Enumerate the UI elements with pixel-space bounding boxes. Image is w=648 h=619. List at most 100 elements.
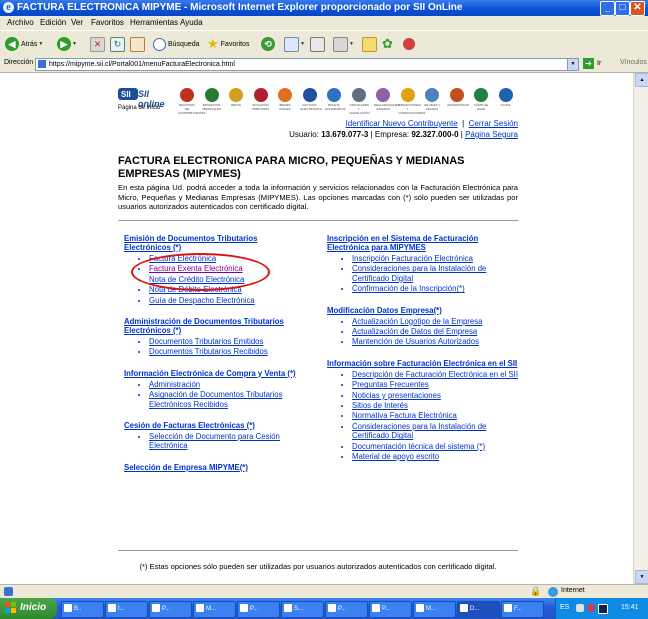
link-consideraciones-para-la-instalacion-de-c[interactable]: Consideraciones para la Instalación de C… xyxy=(352,264,486,282)
home-button[interactable] xyxy=(130,35,145,53)
section-heading-link[interactable]: Inscripción en el Sistema de Facturación… xyxy=(327,234,519,252)
link-noticias-y-presentaciones[interactable]: Noticias y presentaciones xyxy=(352,391,441,400)
banner-link-circulares-y-legislacion[interactable]: CIRCULARES Y LEGISLACIÓN xyxy=(350,86,370,118)
link-documentos-tributarios-recibidos[interactable]: Documentos Tributarios Recibidos xyxy=(149,347,268,356)
taskbar-button[interactable]: P... xyxy=(369,601,412,618)
banner-link-situacion-tributaria[interactable]: SITUACIÓN TRIBUTARIA xyxy=(252,86,270,118)
tray-icon[interactable] xyxy=(598,604,608,614)
menu-archivo[interactable]: Archivo xyxy=(7,18,34,27)
section-heading-link[interactable]: Cesión de Facturas Electrónicas (*) xyxy=(124,421,302,430)
vertical-scrollbar[interactable]: ▲ ▼ xyxy=(633,73,648,584)
link-administracion[interactable]: Administración xyxy=(149,380,200,389)
banner-link-valores-y-fechas[interactable]: VALORES Y FECHAS xyxy=(423,86,441,118)
sii-online-logo[interactable]: SII SII online Página de inicio xyxy=(118,86,173,118)
link-documentos-tributarios-emitidos[interactable]: Documentos Tributarios Emitidos xyxy=(149,337,263,346)
stop-button[interactable]: ✕ xyxy=(90,35,105,53)
identify-contributor-link[interactable]: Identificar Nuevo Contribuyente xyxy=(346,119,458,128)
section-heading-link[interactable]: Emisión de Documentos Tributarios Electr… xyxy=(124,234,302,252)
menu-edicion[interactable]: Edición xyxy=(40,18,66,27)
link-preguntas-frecuentes[interactable]: Preguntas Frecuentes xyxy=(352,380,429,389)
link-documentacion-tecnica-del-sistema[interactable]: Documentación técnica del sistema (*) xyxy=(352,442,485,451)
link-descripcion-de-facturacion-electronica-e[interactable]: Descripción de Facturación Electrónica e… xyxy=(352,370,518,379)
taskbar-button[interactable]: F... xyxy=(501,601,544,618)
banner-link-como-se-hace[interactable]: CÓMO SE HACE xyxy=(472,86,490,118)
banner-link-ayuda[interactable]: AYUDA xyxy=(497,86,515,118)
taskbar-button[interactable]: P... xyxy=(325,601,368,618)
back-button[interactable]: ◀ Atrás ▼ xyxy=(5,35,43,53)
banner-icon xyxy=(229,88,243,102)
links-label[interactable]: Vínculos xyxy=(620,59,647,66)
close-session-link[interactable]: Cerrar Sesión xyxy=(469,119,518,128)
banner-icon xyxy=(449,88,464,102)
section-heading-link[interactable]: Administración de Documentos Tributarios… xyxy=(124,317,302,335)
edit-button[interactable]: ▼ xyxy=(333,35,354,53)
scroll-down-icon[interactable]: ▼ xyxy=(635,570,648,584)
scroll-up-icon[interactable]: ▲ xyxy=(635,73,648,87)
language-indicator[interactable]: ES xyxy=(560,604,569,611)
close-button[interactable]: ✕ xyxy=(630,1,645,16)
forward-arrow-icon: ▶ xyxy=(57,37,71,51)
tray-icon[interactable] xyxy=(587,604,595,612)
link-confirmacion-de-la-inscripcion[interactable]: Confirmación de la Inscripción(*) xyxy=(352,284,465,293)
taskbar-button[interactable]: P... xyxy=(149,601,192,618)
taskbar-button[interactable]: I... xyxy=(105,601,148,618)
maximize-button[interactable]: □ xyxy=(615,1,630,16)
taskbar-button[interactable]: D... xyxy=(457,601,500,618)
banner-link-registro-de-contribuyentes[interactable]: REGISTRO DE CONTRIBUYENTES xyxy=(178,86,206,118)
link-guia-de-despacho-electronica[interactable]: Guía de Despacho Electrónica xyxy=(149,296,255,305)
menu-herramientas[interactable]: Herramientas xyxy=(130,18,178,27)
banner-link-boleta-honorarios[interactable]: BOLETA HONORARIOS xyxy=(325,86,346,118)
start-button[interactable]: Inicio xyxy=(0,598,57,619)
taskbar-button[interactable]: M... xyxy=(193,601,236,618)
banner-link-factura-electronica[interactable]: FACTURA ELECTRÓNICA xyxy=(301,86,322,118)
mail-button[interactable]: ▼ xyxy=(284,35,305,53)
folder-button[interactable] xyxy=(362,35,377,53)
banner-link-renta[interactable]: RENTA xyxy=(227,86,245,118)
address-dropdown-icon[interactable]: ▼ xyxy=(567,59,578,70)
section-heading-link[interactable]: Información sobre Facturación Electrónic… xyxy=(327,359,519,368)
link-actualizacion-de-datos-del-empresa[interactable]: Actualización de Datos del Empresa xyxy=(352,327,477,336)
tray-icon[interactable] xyxy=(576,604,584,612)
address-input[interactable]: https://mipyme.sii.cl/Portal001/menuFact… xyxy=(35,58,579,71)
section-administracion-de-documentos-tributarios: Administración de Documentos Tributarios… xyxy=(124,317,302,357)
link-sitios-de-interes[interactable]: Sitios de Interés xyxy=(352,401,408,410)
research-button[interactable] xyxy=(403,35,415,53)
banner-link-bienes-raices[interactable]: BIENES RAÍCES xyxy=(276,86,294,118)
menu-ayuda[interactable]: Ayuda xyxy=(180,18,203,27)
banner-link-infracciones-y-condonaciones[interactable]: INFRACCIONES Y CONDONACIONES xyxy=(399,86,425,118)
link-material-de-apoyo-escrito[interactable]: Material de apoyo escrito xyxy=(352,452,439,461)
messenger-button[interactable]: ✿ xyxy=(382,35,393,53)
go-button[interactable]: ➔ Ir xyxy=(583,58,601,69)
link-inscripcion-facturacion-electronica[interactable]: Inscripción Facturación Electrónica xyxy=(352,254,473,263)
link-asignacion-de-documentos-tributarios-ele[interactable]: Asignación de Documentos Tributarios Ele… xyxy=(149,390,282,408)
banner-link-declaraciones-juradas[interactable]: DECLARACIONES JURADAS xyxy=(374,86,400,118)
banner-link-estadisticas[interactable]: ESTADÍSTICAS xyxy=(448,86,469,118)
taskbar-button[interactable]: M... xyxy=(413,601,456,618)
section-heading-link[interactable]: Información Electrónica de Compra y Vent… xyxy=(124,369,302,378)
research-icon xyxy=(403,38,415,50)
search-button[interactable]: Búsqueda xyxy=(153,35,200,53)
secure-page-link[interactable]: Página Segura xyxy=(465,130,518,139)
section-heading-link[interactable]: Modificación Datos Empresa(*) xyxy=(327,306,519,315)
menu-favoritos[interactable]: Favoritos xyxy=(91,18,124,27)
link-mantencion-de-usuarios-autorizados[interactable]: Mantención de Usuarios Autorizados xyxy=(352,337,479,346)
forward-button[interactable]: ▶ ▼ xyxy=(57,35,77,53)
app-icon xyxy=(460,604,468,613)
history-button[interactable]: ⟲ xyxy=(261,35,275,53)
link-consideraciones-para-la-instalacion-de-c[interactable]: Consideraciones para la Instalación de C… xyxy=(352,422,486,440)
taskbar-button[interactable]: B.. xyxy=(61,601,104,618)
link-actualizacion-logotipo-de-la-empresa[interactable]: Actualización Logotipo de la Empresa xyxy=(352,317,482,326)
taskbar-button[interactable]: S... xyxy=(281,601,324,618)
minimize-button[interactable]: _ xyxy=(600,1,615,16)
menu-ver[interactable]: Ver xyxy=(71,18,83,27)
taskbar-button[interactable]: P... xyxy=(237,601,280,618)
edit-icon xyxy=(333,36,348,52)
link-seleccion-de-documento-para-cesion-elect[interactable]: Selección de Documento para Cesión Elect… xyxy=(149,432,280,450)
favorites-button[interactable]: ★ Favoritos xyxy=(207,35,249,53)
search-icon xyxy=(153,37,166,51)
section-heading-link[interactable]: Selección de Empresa MIPYME(*) xyxy=(124,463,302,472)
link-normativa-factura-electronica[interactable]: Normativa Factura Electrónica xyxy=(352,411,457,420)
refresh-button[interactable]: ↻ xyxy=(110,35,125,53)
banner-link-impuestos-mensuales[interactable]: IMPUESTOS MENSUALES xyxy=(203,86,221,118)
print-button[interactable] xyxy=(310,35,325,53)
